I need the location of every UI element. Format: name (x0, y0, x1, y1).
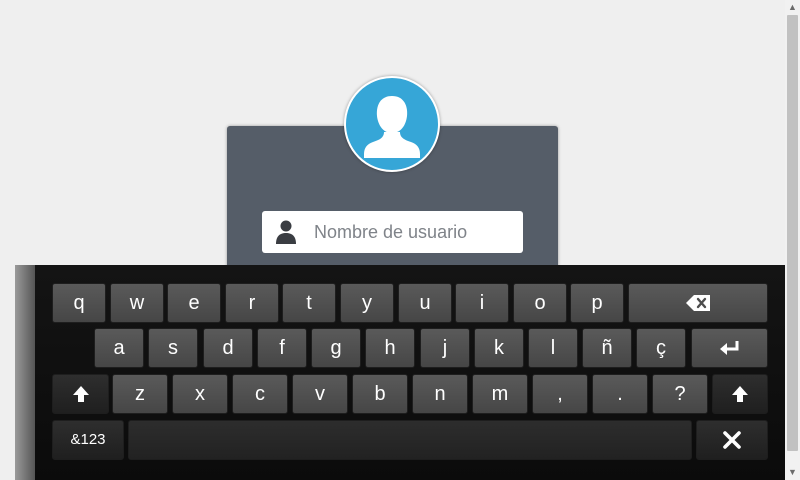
avatar (344, 76, 440, 172)
scroll-down-arrow-icon[interactable]: ▼ (785, 465, 800, 480)
key-v[interactable]: v (292, 374, 348, 414)
user-icon (276, 220, 296, 244)
key-t[interactable]: t (282, 283, 336, 323)
backspace-key[interactable] (628, 283, 768, 323)
key-j[interactable]: j (420, 328, 470, 368)
key-e[interactable]: e (167, 283, 221, 323)
enter-icon (719, 341, 738, 355)
key-g[interactable]: g (311, 328, 361, 368)
scroll-up-arrow-icon[interactable]: ▲ (785, 0, 800, 15)
scroll-thumb[interactable] (787, 15, 798, 451)
close-keyboard-key[interactable] (696, 420, 768, 460)
shift-key-right[interactable] (712, 374, 768, 414)
key-x[interactable]: x (172, 374, 228, 414)
key-u[interactable]: u (398, 283, 452, 323)
backspace-icon (686, 295, 710, 311)
keyboard-edge (15, 265, 35, 480)
username-input[interactable] (314, 211, 514, 253)
key-p[interactable]: p (570, 283, 624, 323)
key-k[interactable]: k (474, 328, 524, 368)
key-w[interactable]: w (110, 283, 164, 323)
key-l[interactable]: l (528, 328, 578, 368)
key-c-cedilla[interactable]: ç (636, 328, 686, 368)
username-field[interactable] (262, 211, 523, 253)
close-icon (723, 431, 741, 449)
key-y[interactable]: y (340, 283, 394, 323)
key-f[interactable]: f (257, 328, 307, 368)
key-m[interactable]: m (472, 374, 528, 414)
shift-arrow-icon (732, 386, 748, 402)
key-c[interactable]: c (232, 374, 288, 414)
key-r[interactable]: r (225, 283, 279, 323)
space-key[interactable] (128, 420, 692, 460)
key-comma[interactable]: , (532, 374, 588, 414)
key-z[interactable]: z (112, 374, 168, 414)
enter-key[interactable] (691, 328, 768, 368)
key-i[interactable]: i (455, 283, 509, 323)
key-o[interactable]: o (513, 283, 567, 323)
onscreen-keyboard: q w e r t y u i o p a s d f g h j k l ñ … (15, 265, 785, 480)
key-s[interactable]: s (148, 328, 198, 368)
vertical-scrollbar[interactable]: ▲ ▼ (785, 0, 800, 480)
key-question[interactable]: ? (652, 374, 708, 414)
shift-key-left[interactable] (52, 374, 109, 414)
key-period[interactable]: . (592, 374, 648, 414)
key-b[interactable]: b (352, 374, 408, 414)
key-d[interactable]: d (203, 328, 253, 368)
key-a[interactable]: a (94, 328, 144, 368)
shift-arrow-icon (72, 386, 89, 402)
key-h[interactable]: h (365, 328, 415, 368)
symbols-key[interactable]: &123 (52, 420, 124, 460)
key-n-tilde[interactable]: ñ (582, 328, 632, 368)
key-n[interactable]: n (412, 374, 468, 414)
key-q[interactable]: q (52, 283, 106, 323)
user-silhouette-icon (364, 96, 420, 158)
